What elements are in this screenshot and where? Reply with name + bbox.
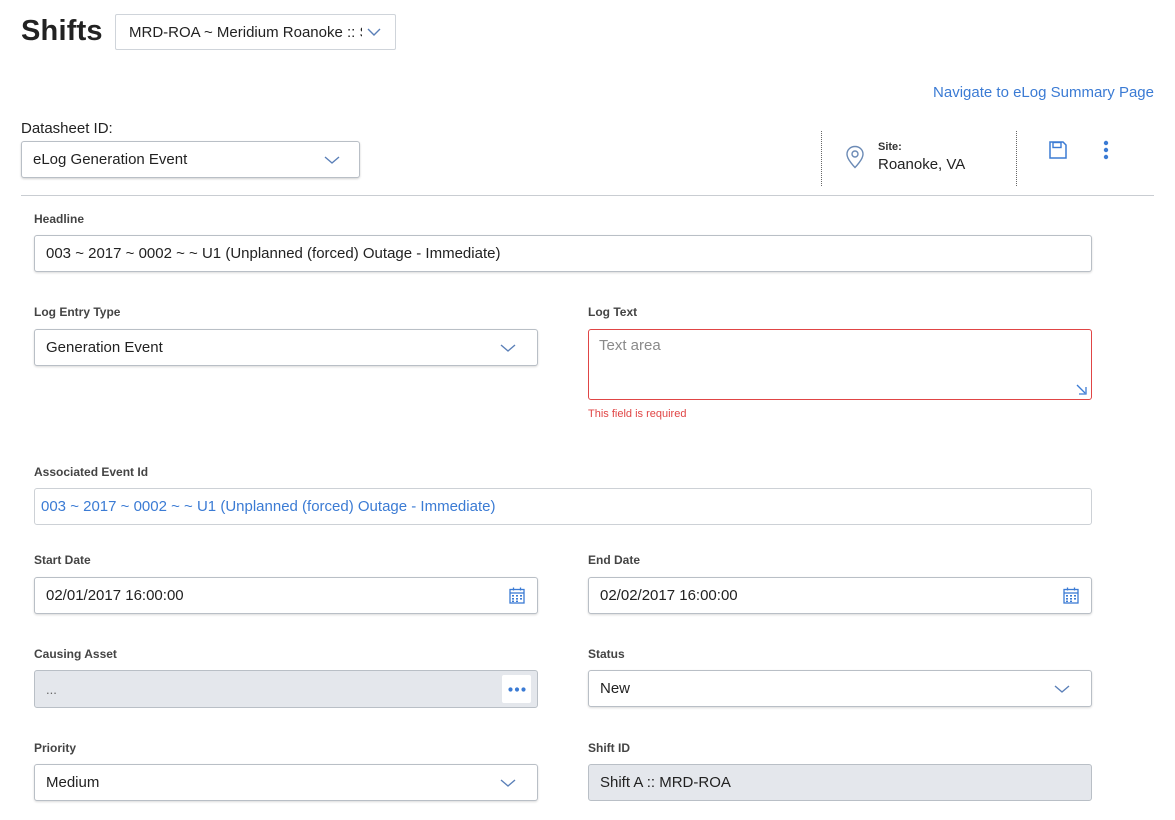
save-icon[interactable] [1048, 140, 1068, 160]
section-divider [21, 195, 1154, 196]
status-value: New [600, 680, 631, 697]
log-entry-type-label: Log Entry Type [34, 305, 121, 319]
start-date-input[interactable]: 02/01/2017 16:00:00 [34, 577, 538, 614]
calendar-icon[interactable] [1063, 587, 1079, 604]
priority-label: Priority [34, 741, 77, 755]
navigate-elog-summary-link[interactable]: Navigate to eLog Summary Page [933, 84, 1154, 101]
site-value: Roanoke, VA [878, 156, 966, 173]
divider [821, 131, 822, 186]
end-date-input[interactable]: 02/02/2017 16:00:00 [588, 577, 1092, 614]
site-selector[interactable]: MRD-ROA ~ Meridium Roanoke :: Shift A [115, 14, 396, 50]
shift-id-value: Shift A :: MRD-ROA [600, 774, 731, 791]
log-text-placeholder: Text area [599, 337, 661, 354]
chevron-down-icon [500, 779, 516, 787]
causing-asset-input[interactable]: ... [34, 670, 538, 708]
chevron-down-icon [1054, 685, 1070, 693]
chevron-down-icon [500, 344, 516, 352]
priority-select[interactable]: Medium [34, 764, 538, 801]
causing-asset-value: ... [46, 681, 57, 697]
causing-asset-browse-button[interactable] [502, 675, 531, 703]
datasheet-select[interactable]: eLog Generation Event [21, 141, 360, 178]
calendar-icon[interactable] [509, 587, 525, 604]
end-date-label: End Date [588, 553, 641, 567]
start-date-value: 02/01/2017 16:00:00 [46, 587, 184, 604]
log-text-textarea[interactable]: Text area [588, 329, 1092, 400]
datasheet-label: Datasheet ID: [21, 120, 113, 137]
log-text-label: Log Text [588, 305, 638, 319]
headline-input[interactable]: 003 ~ 2017 ~ 0002 ~ ~ U1 (Unplanned (for… [34, 235, 1092, 272]
log-text-error: This field is required [588, 408, 687, 420]
ellipsis-icon [507, 686, 526, 692]
causing-asset-label: Causing Asset [34, 647, 117, 661]
headline-value: 003 ~ 2017 ~ 0002 ~ ~ U1 (Unplanned (for… [46, 245, 501, 262]
status-label: Status [588, 647, 625, 661]
start-date-label: Start Date [34, 553, 91, 567]
shift-id-label: Shift ID [588, 741, 630, 755]
headline-label: Headline [34, 212, 85, 226]
associated-event-value: 003 ~ 2017 ~ 0002 ~ ~ U1 (Unplanned (for… [41, 498, 496, 515]
log-entry-type-value: Generation Event [46, 339, 163, 356]
datasheet-select-value: eLog Generation Event [33, 151, 188, 168]
end-date-value: 02/02/2017 16:00:00 [600, 587, 738, 604]
status-select[interactable]: New [588, 670, 1092, 707]
shift-id-input: Shift A :: MRD-ROA [588, 764, 1092, 801]
chevron-down-icon [324, 156, 340, 164]
associated-event-link[interactable]: 003 ~ 2017 ~ 0002 ~ ~ U1 (Unplanned (for… [34, 488, 1092, 525]
log-entry-type-select[interactable]: Generation Event [34, 329, 538, 366]
chevron-down-icon [367, 28, 381, 36]
divider [1016, 131, 1017, 186]
page-title: Shifts [21, 15, 103, 47]
location-pin-icon [846, 145, 864, 169]
site-selector-value: MRD-ROA ~ Meridium Roanoke :: Shift A [129, 23, 362, 41]
site-label: Site: [878, 141, 902, 153]
associated-event-label: Associated Event Id [34, 465, 149, 479]
more-vertical-icon[interactable] [1102, 140, 1110, 160]
resize-icon[interactable] [1076, 384, 1087, 395]
priority-value: Medium [46, 774, 100, 791]
